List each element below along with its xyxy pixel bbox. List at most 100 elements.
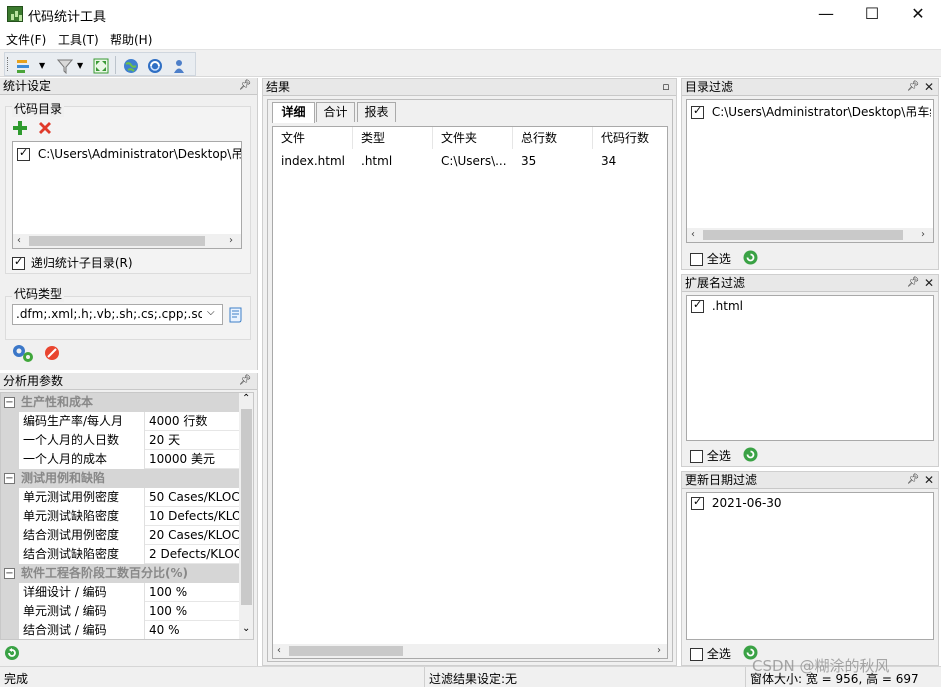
- reset-icon[interactable]: [4, 645, 20, 661]
- edit-list-icon[interactable]: [227, 306, 245, 324]
- pin-icon[interactable]: 📌︎: [238, 78, 252, 94]
- property-row[interactable]: 单元测试用例密度 50 Cases/KLOC: [1, 488, 239, 507]
- list-item[interactable]: C:\Users\Administrator\Desktop\吊车纟: [17, 145, 241, 162]
- close-panel-icon[interactable]: ✕: [922, 275, 936, 291]
- property-row[interactable]: 结合测试缺陷密度 2 Defects/KLOC: [1, 545, 239, 564]
- collapse-icon[interactable]: −: [4, 397, 15, 408]
- menu-help[interactable]: 帮助(H): [110, 31, 152, 48]
- code-type-select[interactable]: .dfm;.xml;.h;.vb;.sh;.cs;.cpp;.sql;.i ⌵: [12, 304, 223, 325]
- property-grid[interactable]: − 生产性和成本 编码生产率/每人月 4000 行数 一个人月的人日数 20 天一个人月的…: [0, 392, 254, 640]
- globe-icon[interactable]: [123, 58, 139, 74]
- maximize-button[interactable]: ☐: [849, 0, 895, 28]
- scroll-left-icon[interactable]: ‹: [17, 234, 21, 248]
- dir-filter-select-all[interactable]: 全选: [690, 250, 731, 267]
- property-category[interactable]: − 测试用例和缺陷: [1, 469, 239, 488]
- ext-filter-checkbox[interactable]: [691, 298, 704, 313]
- select-all-checkbox[interactable]: [690, 648, 703, 661]
- property-row[interactable]: 单元测试 / 编码 100 %: [1, 602, 239, 621]
- list-item[interactable]: .html: [691, 298, 743, 313]
- chevron-down-icon[interactable]: ⌵: [207, 307, 215, 318]
- filter-icon[interactable]: [57, 58, 73, 74]
- ext-filter-select-all[interactable]: 全选: [690, 447, 731, 464]
- vertical-scrollbar[interactable]: ⌃ ⌄: [239, 393, 253, 639]
- recursive-checkbox[interactable]: [12, 255, 25, 270]
- scroll-up-icon[interactable]: ⌃: [242, 393, 250, 404]
- property-row[interactable]: 一个人月的成本 10000 美元: [1, 450, 239, 469]
- list-item[interactable]: C:\Users\Administrator\Desktop\吊车维护: [691, 103, 931, 120]
- close-panel-icon[interactable]: ✕: [922, 79, 936, 95]
- minimize-button[interactable]: —: [803, 0, 849, 28]
- tab-detail[interactable]: 详细: [272, 102, 315, 123]
- refresh-icon[interactable]: [147, 58, 163, 74]
- stop-icon[interactable]: [44, 345, 60, 361]
- expand-icon[interactable]: [93, 58, 109, 74]
- dir-filter-list[interactable]: C:\Users\Administrator\Desktop\吊车维护 ‹ ›: [686, 99, 934, 243]
- user-icon[interactable]: [171, 58, 187, 74]
- column-header-code-lines[interactable]: 代码行数: [593, 127, 669, 149]
- refresh-icon[interactable]: [743, 447, 758, 462]
- property-value[interactable]: 10 Defects/KLOC: [145, 507, 239, 526]
- property-value[interactable]: 2 Defects/KLOC: [145, 545, 239, 564]
- property-row[interactable]: 编码生产率/每人月 4000 行数: [1, 412, 239, 431]
- menu-tools[interactable]: 工具(T): [58, 31, 99, 48]
- column-header-total-lines[interactable]: 总行数: [513, 127, 593, 149]
- column-header-type[interactable]: 类型: [353, 127, 433, 149]
- chevron-down-icon[interactable]: ▼: [39, 61, 45, 70]
- scroll-left-icon[interactable]: ‹: [277, 644, 281, 658]
- scroll-right-icon[interactable]: ›: [657, 644, 661, 658]
- property-value[interactable]: 50 Cases/KLOC: [145, 488, 239, 507]
- settings-gear-icon[interactable]: [10, 342, 36, 364]
- horizontal-scrollbar[interactable]: ‹ ›: [13, 234, 241, 248]
- pin-icon[interactable]: 📌︎: [906, 79, 920, 95]
- pin-icon[interactable]: 📌︎: [238, 373, 252, 389]
- date-filter-list[interactable]: 2021-06-30: [686, 492, 934, 640]
- add-icon[interactable]: [12, 120, 28, 136]
- ext-filter-list[interactable]: .html: [686, 295, 934, 441]
- property-category[interactable]: − 软件工程各阶段工数百分比(%): [1, 564, 239, 583]
- scrollbar-thumb[interactable]: [29, 236, 205, 246]
- horizontal-scrollbar[interactable]: ‹ ›: [687, 228, 933, 242]
- date-filter-checkbox[interactable]: [691, 495, 704, 510]
- scrollbar-thumb[interactable]: [289, 646, 403, 656]
- scroll-down-icon[interactable]: ⌄: [242, 623, 250, 634]
- scroll-right-icon[interactable]: ›: [229, 234, 233, 248]
- column-header-folder[interactable]: 文件夹: [433, 127, 513, 149]
- property-row[interactable]: 单元测试缺陷密度10 Defects/KLOC: [1, 507, 239, 526]
- refresh-icon[interactable]: [743, 250, 758, 265]
- pin-icon[interactable]: 📌︎: [906, 275, 920, 291]
- tab-report[interactable]: 报表: [357, 102, 396, 122]
- collapse-icon[interactable]: −: [4, 473, 15, 484]
- property-row[interactable]: 一个人月的人日数 20 天: [1, 431, 239, 450]
- results-table[interactable]: 文件 类型 文件夹 总行数 代码行数 index.html .html C:\U…: [272, 126, 668, 659]
- property-row[interactable]: 结合测试用例密度 20 Cases/KLOC: [1, 526, 239, 545]
- property-category[interactable]: − 生产性和成本: [1, 393, 239, 412]
- scrollbar-thumb[interactable]: [703, 230, 903, 240]
- property-row[interactable]: 详细设计 / 编码 100 %: [1, 583, 239, 602]
- property-value[interactable]: 40 %: [145, 621, 239, 639]
- chevron-down-icon[interactable]: ▼: [77, 61, 83, 70]
- select-all-checkbox[interactable]: [690, 450, 703, 463]
- delete-icon[interactable]: [37, 120, 53, 136]
- property-value[interactable]: 10000 美元: [145, 450, 239, 469]
- tab-summary[interactable]: 合计: [316, 102, 355, 122]
- close-button[interactable]: ✕: [895, 0, 941, 28]
- scroll-right-icon[interactable]: ›: [921, 228, 925, 242]
- property-row[interactable]: 结合测试 / 编码 40 %: [1, 621, 239, 639]
- table-row[interactable]: index.html .html C:\Users\... 35 34: [273, 151, 667, 171]
- scroll-left-icon[interactable]: ‹: [691, 228, 695, 242]
- recursive-option[interactable]: 递归统计子目录(R): [12, 254, 133, 271]
- horizontal-scrollbar[interactable]: ‹ ›: [273, 644, 667, 658]
- scrollbar-thumb[interactable]: [241, 409, 252, 605]
- list-item[interactable]: 2021-06-30: [691, 495, 782, 510]
- code-dir-list[interactable]: C:\Users\Administrator\Desktop\吊车纟 ‹ ›: [12, 141, 242, 249]
- close-panel-icon[interactable]: ✕: [922, 472, 936, 488]
- maximize-panel-icon[interactable]: ▫: [659, 79, 673, 95]
- dir-filter-checkbox[interactable]: [691, 104, 704, 119]
- property-value[interactable]: 4000 行数: [145, 412, 239, 431]
- property-value[interactable]: 20 天: [145, 431, 239, 450]
- toolbar-grip[interactable]: [7, 57, 9, 71]
- dir-checkbox[interactable]: [17, 146, 30, 161]
- collapse-icon[interactable]: −: [4, 568, 15, 579]
- property-value[interactable]: 100 %: [145, 602, 239, 621]
- statistics-icon[interactable]: [15, 58, 31, 74]
